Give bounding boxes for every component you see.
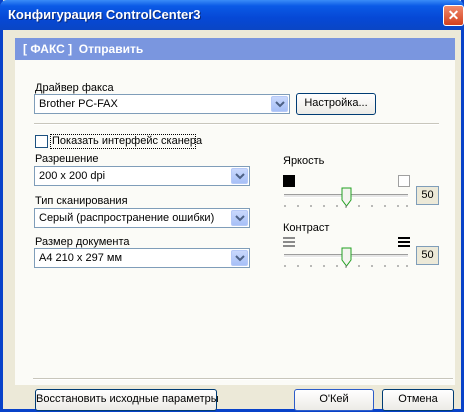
show-scanner-ui-label[interactable]: Показать интерфейс сканера: [52, 135, 202, 147]
resolution-label: Разрешение: [35, 153, 99, 165]
cancel-button[interactable]: Отмена: [382, 389, 454, 411]
restore-defaults-button[interactable]: Восстановить исходные параметры: [35, 389, 219, 411]
fax-driver-select[interactable]: Brother PC-FAX: [34, 94, 290, 114]
scan-type-select[interactable]: Серый (распространение ошибки): [34, 208, 250, 228]
brightness-dark-icon: [283, 175, 295, 187]
contrast-slider-thumb[interactable]: [341, 247, 352, 267]
tab-label: [ ФАКС ] Отправить: [23, 42, 144, 56]
brightness-label: Яркость: [283, 155, 325, 167]
settings-panel: Драйвер факса Brother PC-FAX Настройка..…: [15, 60, 455, 385]
brightness-slider-thumb[interactable]: [341, 187, 352, 207]
bottom-divider: [33, 378, 453, 380]
resolution-value: 200 x 200 dpi: [39, 170, 106, 182]
dialog-window: Конфигурация ControlCenter3 ✕ [ ФАКС ] О…: [0, 0, 464, 412]
brightness-ticks: [284, 205, 408, 208]
chevron-down-icon[interactable]: [271, 96, 288, 112]
close-icon: ✕: [447, 7, 460, 23]
tab-header: [ ФАКС ] Отправить: [15, 38, 455, 60]
show-scanner-ui-checkbox[interactable]: [35, 135, 48, 148]
document-size-value: A4 210 x 297 мм: [39, 252, 123, 264]
settings-button[interactable]: Настройка...: [296, 93, 376, 115]
contrast-low-icon: [283, 237, 295, 247]
contrast-value-box[interactable]: 50: [416, 246, 439, 265]
contrast-ticks: [284, 265, 408, 268]
contrast-high-icon: [398, 237, 410, 247]
scan-type-value: Серый (распространение ошибки): [39, 212, 215, 224]
title-bar[interactable]: Конфигурация ControlCenter3 ✕: [0, 0, 464, 30]
fax-driver-value: Brother PC-FAX: [39, 98, 118, 110]
chevron-down-icon[interactable]: [231, 168, 248, 184]
chevron-down-icon[interactable]: [231, 250, 248, 266]
document-size-select[interactable]: A4 210 x 297 мм: [34, 248, 250, 268]
fax-driver-label: Драйвер факса: [35, 82, 114, 94]
brightness-light-icon: [398, 175, 410, 187]
close-button[interactable]: ✕: [443, 5, 464, 26]
ok-button[interactable]: O'Кей: [294, 389, 374, 411]
chevron-down-icon[interactable]: [231, 210, 248, 226]
window-title: Конфигурация ControlCenter3: [8, 7, 201, 22]
contrast-label: Контраст: [283, 222, 330, 234]
scan-type-label: Тип сканирования: [35, 195, 128, 207]
brightness-value-box[interactable]: 50: [416, 186, 439, 205]
resolution-select[interactable]: 200 x 200 dpi: [34, 166, 250, 186]
document-size-label: Размер документа: [35, 236, 130, 248]
divider: [34, 123, 439, 125]
